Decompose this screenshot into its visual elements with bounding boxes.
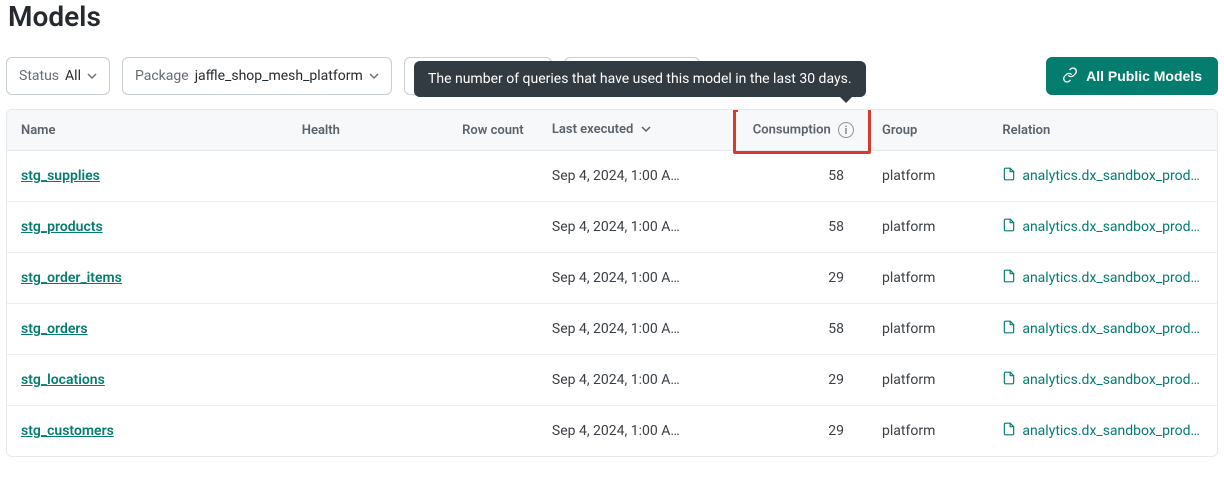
cell-last-executed: Sep 4, 2024, 1:00 A… — [538, 151, 739, 202]
consumption-tooltip: The number of queries that have used thi… — [414, 61, 866, 97]
filter-package-value: jaffle_shop_mesh_platform — [195, 68, 363, 84]
cell-group: platform — [868, 304, 988, 355]
cell-consumption: 29 — [738, 406, 868, 457]
cell-relation: analytics.dx_sandbox_prod_… — [988, 304, 1217, 355]
filter-package[interactable]: Package jaffle_shop_mesh_platform — [122, 57, 392, 95]
file-icon — [1002, 371, 1016, 389]
table-row: stg_products Sep 4, 2024, 1:00 A…58platfo… — [7, 202, 1217, 253]
file-icon — [1002, 320, 1016, 338]
column-header-last-executed-label: Last executed — [552, 122, 633, 137]
table-row: stg_supplies Sep 4, 2024, 1:00 A…58platfo… — [7, 151, 1217, 202]
cell-group: platform — [868, 253, 988, 304]
file-icon — [1002, 167, 1016, 185]
table-row: stg_locations Sep 4, 2024, 1:00 A…29platf… — [7, 355, 1217, 406]
cell-relation: analytics.dx_sandbox_prod_… — [988, 202, 1217, 253]
relation-link[interactable]: analytics.dx_sandbox_prod_… — [1002, 218, 1202, 236]
filter-status-label: Status — [19, 68, 59, 84]
cell-relation: analytics.dx_sandbox_prod_… — [988, 253, 1217, 304]
table-row: stg_order_items Sep 4, 2024, 1:00 A…29pla… — [7, 253, 1217, 304]
file-icon — [1002, 269, 1016, 287]
cell-group: platform — [868, 355, 988, 406]
relation-link[interactable]: analytics.dx_sandbox_prod_… — [1002, 167, 1202, 185]
model-name-link[interactable]: stg_locations — [21, 372, 105, 388]
model-name-link[interactable]: stg_orders — [21, 321, 88, 337]
cell-row-count — [448, 355, 538, 406]
cell-row-count — [448, 304, 538, 355]
all-public-models-button[interactable]: All Public Models — [1046, 57, 1218, 95]
cell-last-executed: Sep 4, 2024, 1:00 A… — [538, 304, 739, 355]
info-icon[interactable]: i — [838, 122, 854, 138]
cell-row-count — [448, 406, 538, 457]
chevron-down-icon — [641, 123, 651, 138]
cell-health — [288, 355, 448, 406]
column-header-consumption[interactable]: Consumption i — [738, 110, 868, 151]
link-icon — [1062, 67, 1078, 86]
column-header-name[interactable]: Name — [7, 110, 288, 151]
cell-last-executed: Sep 4, 2024, 1:00 A… — [538, 202, 739, 253]
cell-consumption: 29 — [738, 253, 868, 304]
chevron-down-icon — [87, 71, 97, 81]
column-header-group[interactable]: Group — [868, 110, 988, 151]
cell-health — [288, 406, 448, 457]
cell-group: platform — [868, 151, 988, 202]
all-public-models-label: All Public Models — [1086, 68, 1202, 84]
page-title: Models — [6, 0, 1218, 57]
table-row: stg_customers Sep 4, 2024, 1:00 A…29platf… — [7, 406, 1217, 457]
cell-last-executed: Sep 4, 2024, 1:00 A… — [538, 253, 739, 304]
cell-relation: analytics.dx_sandbox_prod_… — [988, 151, 1217, 202]
cell-health — [288, 202, 448, 253]
cell-relation: analytics.dx_sandbox_prod_… — [988, 355, 1217, 406]
relation-link[interactable]: analytics.dx_sandbox_prod_… — [1002, 422, 1202, 440]
chevron-down-icon — [369, 71, 379, 81]
model-name-link[interactable]: stg_products — [21, 219, 103, 235]
filter-status-value: All — [65, 68, 81, 84]
file-icon — [1002, 218, 1016, 236]
cell-last-executed: Sep 4, 2024, 1:00 A… — [538, 355, 739, 406]
cell-consumption: 58 — [738, 202, 868, 253]
cell-row-count — [448, 151, 538, 202]
cell-health — [288, 151, 448, 202]
column-header-relation[interactable]: Relation — [988, 110, 1217, 151]
models-table: Name Health Row count Last executed Cons… — [6, 109, 1218, 457]
model-name-link[interactable]: stg_supplies — [21, 168, 100, 184]
column-header-row-count[interactable]: Row count — [448, 110, 538, 151]
file-icon — [1002, 422, 1016, 440]
model-name-link[interactable]: stg_customers — [21, 423, 114, 439]
filter-package-label: Package — [135, 68, 189, 84]
cell-consumption: 58 — [738, 304, 868, 355]
cell-row-count — [448, 202, 538, 253]
cell-group: platform — [868, 202, 988, 253]
model-name-link[interactable]: stg_order_items — [21, 270, 122, 286]
relation-link[interactable]: analytics.dx_sandbox_prod_… — [1002, 371, 1202, 389]
cell-group: platform — [868, 406, 988, 457]
column-header-health[interactable]: Health — [288, 110, 448, 151]
column-header-consumption-label: Consumption — [753, 122, 831, 137]
table-row: stg_orders Sep 4, 2024, 1:00 A…58platform… — [7, 304, 1217, 355]
relation-link[interactable]: analytics.dx_sandbox_prod_… — [1002, 269, 1202, 287]
cell-last-executed: Sep 4, 2024, 1:00 A… — [538, 406, 739, 457]
relation-link[interactable]: analytics.dx_sandbox_prod_… — [1002, 320, 1202, 338]
cell-row-count — [448, 253, 538, 304]
cell-relation: analytics.dx_sandbox_prod_… — [988, 406, 1217, 457]
column-header-last-executed[interactable]: Last executed — [538, 110, 739, 151]
cell-health — [288, 304, 448, 355]
cell-health — [288, 253, 448, 304]
filter-status[interactable]: Status All — [6, 57, 110, 95]
cell-consumption: 29 — [738, 355, 868, 406]
cell-consumption: 58 — [738, 151, 868, 202]
